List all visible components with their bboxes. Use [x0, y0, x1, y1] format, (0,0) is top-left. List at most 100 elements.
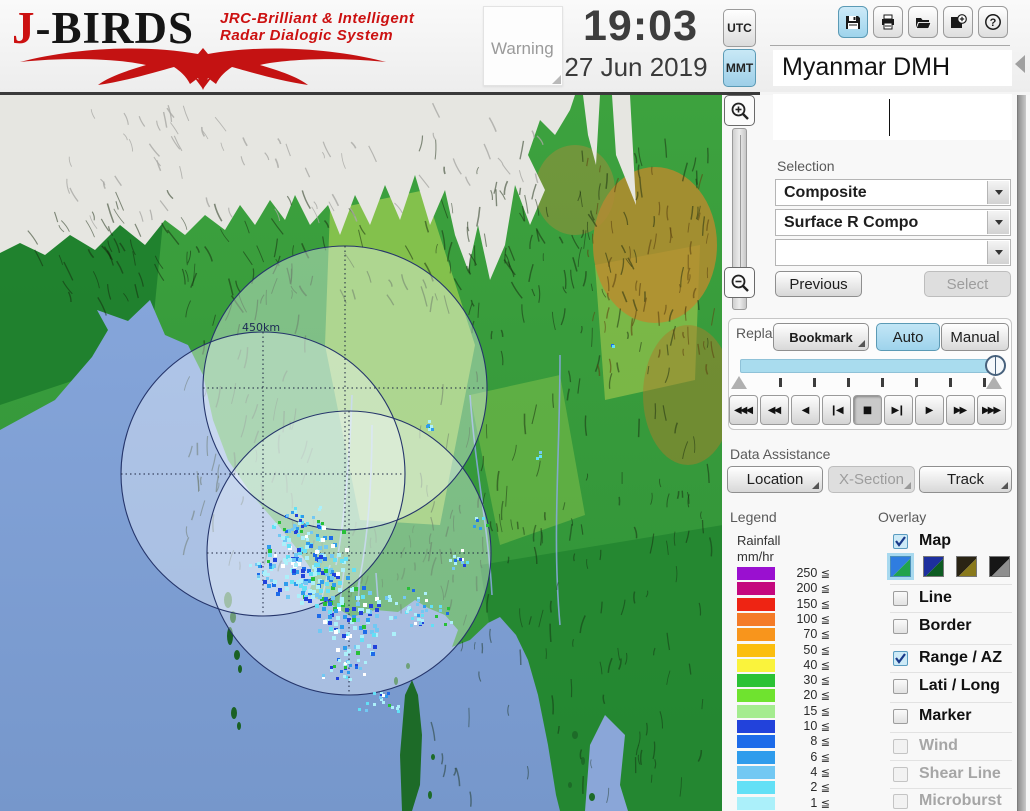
overlay-separator	[890, 788, 1012, 789]
folder-icon	[915, 18, 932, 29]
manual-mode-button[interactable]: Manual	[941, 323, 1009, 351]
jump-end-button[interactable]: ▶▶▶	[977, 395, 1006, 425]
map-style-swatch-3[interactable]	[956, 556, 977, 577]
utc-toggle-button[interactable]: UTC	[723, 9, 756, 47]
station-title: Myanmar DMH	[773, 50, 1012, 86]
floppy-icon	[846, 16, 860, 29]
submenu-corner-icon	[858, 340, 865, 347]
slider-tick	[881, 378, 884, 387]
legend-value: 6 ≦	[810, 749, 830, 764]
print-button[interactable]	[873, 6, 903, 38]
fast-forward-button[interactable]: ▶▶	[946, 395, 975, 425]
slider-tick	[813, 378, 816, 387]
overlay-item-microburst: Microburst	[893, 792, 1013, 811]
mmt-toggle-button[interactable]: MMT	[723, 49, 756, 87]
track-button[interactable]: Track	[919, 466, 1012, 493]
overlay-separator	[890, 732, 1012, 733]
station-list-box[interactable]	[773, 94, 1012, 140]
capture-button[interactable]	[943, 6, 973, 38]
checkbox-checked-icon[interactable]	[893, 651, 908, 666]
step-back-button[interactable]: ◀	[791, 395, 820, 425]
legend-color-swatch	[737, 628, 775, 642]
overlay-item-label: Map	[919, 532, 951, 549]
checkbox-icon[interactable]	[893, 679, 908, 694]
zoom-out-button[interactable]	[724, 267, 755, 298]
jump-start-button[interactable]: ◀◀◀	[729, 395, 758, 425]
terrain-map: 450km	[0, 95, 723, 811]
data-assistance-label: Data Assistance	[730, 446, 831, 462]
legend-value: 250 ≦	[796, 566, 830, 580]
map-style-swatch-4[interactable]	[989, 556, 1010, 577]
fast-rewind-button[interactable]: ◀◀	[760, 395, 789, 425]
logo-tagline: JRC-Brilliant & Intelligent Radar Dialog…	[220, 10, 415, 44]
chevron-down-icon[interactable]	[987, 211, 1009, 234]
x-section-button[interactable]: X-Section	[828, 466, 915, 493]
legend-value: 15 ≦	[803, 703, 830, 718]
overlay-item-label: Range / AZ	[919, 649, 1002, 666]
select-button[interactable]: Select	[924, 271, 1011, 297]
save-button[interactable]	[838, 6, 868, 38]
map-style-swatches	[887, 553, 1010, 580]
checkbox-checked-icon[interactable]	[893, 534, 908, 549]
legend-color-swatch	[737, 735, 775, 749]
legend-color-swatch	[737, 704, 775, 718]
chevron-down-icon[interactable]	[987, 241, 1009, 264]
map-style-swatch-1[interactable]	[887, 553, 914, 580]
next-frame-button[interactable]: ▶❙	[884, 395, 913, 425]
warning-button[interactable]: Warning	[483, 6, 563, 86]
eagle-icon	[20, 48, 386, 90]
prev-frame-button[interactable]: ❙◀	[822, 395, 851, 425]
collapse-panel-icon[interactable]	[1015, 55, 1025, 73]
legend-color-swatch	[737, 612, 775, 626]
bookmark-button[interactable]: Bookmark	[773, 323, 869, 351]
legend-color-swatch	[737, 658, 775, 672]
legend-unit-2: mm/hr	[737, 549, 774, 564]
clock-time: 19:03	[583, 2, 698, 50]
submenu-corner-icon	[904, 482, 911, 489]
map-style-swatch-2[interactable]	[923, 556, 944, 577]
map-top-border	[0, 92, 760, 95]
checkbox-icon[interactable]	[893, 619, 908, 634]
play-button[interactable]: ▶	[915, 395, 944, 425]
zoom-in-button[interactable]	[724, 95, 755, 126]
overlay-item-line: Line	[893, 589, 1013, 610]
product-name-dropdown[interactable]: Surface R Compo	[775, 209, 1011, 236]
panel-scrollbar[interactable]	[1017, 95, 1026, 811]
legend-value: 20 ≦	[803, 688, 830, 703]
overlay-item-wind: Wind	[893, 737, 1013, 758]
legend-color-swatch	[737, 720, 775, 733]
overlay-item-marker: Marker	[893, 707, 1013, 728]
range-start-marker[interactable]	[731, 376, 747, 389]
auto-mode-button[interactable]: Auto	[876, 323, 940, 351]
checkbox-icon[interactable]	[893, 709, 908, 724]
radar-map[interactable]: 450km	[0, 95, 723, 811]
replay-progress-handle[interactable]	[985, 355, 1006, 376]
overlay-separator	[890, 672, 1012, 673]
overlay-separator	[890, 584, 1012, 585]
overlay-item-border: Border	[893, 617, 1013, 638]
checkbox-icon[interactable]	[893, 591, 908, 606]
checkbox-icon	[893, 767, 908, 782]
text-cursor	[889, 99, 890, 136]
location-button[interactable]: Location	[727, 466, 823, 493]
overlay-item-label: Wind	[919, 737, 958, 754]
overlay-separator	[890, 612, 1012, 613]
open-button[interactable]	[908, 6, 938, 38]
legend-color-swatch	[737, 796, 775, 810]
legend-color-swatch	[737, 689, 775, 703]
legend-value: 40 ≦	[803, 657, 830, 672]
replay-progress-track[interactable]	[740, 359, 998, 373]
product-option-dropdown[interactable]	[775, 239, 1011, 266]
product-type-value: Composite	[784, 184, 867, 201]
legend-color-swatch	[737, 674, 775, 688]
product-type-dropdown[interactable]: Composite	[775, 179, 1011, 206]
legend-value: 100 ≦	[796, 611, 830, 626]
legend-value: 50 ≦	[803, 642, 830, 657]
help-button[interactable]: ?	[978, 6, 1008, 38]
range-end-marker[interactable]	[986, 376, 1002, 389]
legend-value: 150 ≦	[796, 596, 830, 611]
chevron-down-icon[interactable]	[987, 181, 1009, 204]
previous-button[interactable]: Previous	[775, 271, 862, 297]
legend-value: 30 ≦	[803, 673, 830, 688]
stop-button[interactable]: ■	[853, 395, 882, 425]
